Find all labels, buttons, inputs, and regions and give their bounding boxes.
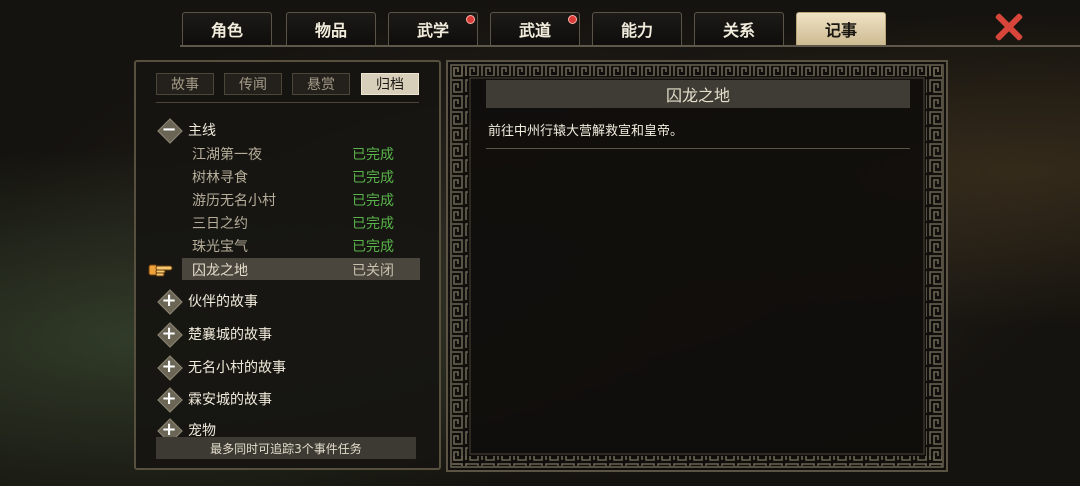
- close-x-icon[interactable]: [990, 8, 1028, 46]
- tab-martial-arts[interactable]: 武学: [388, 12, 478, 45]
- quest-name: 江湖第一夜: [192, 147, 262, 163]
- subtab-divider: [156, 102, 419, 103]
- plus-diamond-icon[interactable]: +: [158, 388, 180, 410]
- subtab-bar: 故事 传闻 悬赏 归档: [156, 73, 421, 97]
- quest-row-selected[interactable]: 囚龙之地 已关闭: [182, 258, 420, 280]
- quest-name: 三日之约: [192, 216, 248, 232]
- tab-label: 关系: [722, 21, 755, 40]
- alert-dot-icon: [568, 15, 577, 24]
- pointing-hand-icon: [148, 264, 173, 277]
- subtab-archive[interactable]: 归档: [361, 73, 419, 95]
- group-village-stories[interactable]: + 无名小村的故事: [158, 355, 286, 379]
- quest-status: 已完成: [352, 170, 394, 186]
- quest-status: 已完成: [352, 193, 394, 209]
- quest-name: 囚龙之地: [192, 263, 248, 279]
- group-chuxiang-stories[interactable]: + 楚襄城的故事: [158, 322, 272, 346]
- quest-row[interactable]: 游历无名小村 已完成: [182, 188, 420, 210]
- subtab-rumors[interactable]: 传闻: [224, 73, 282, 95]
- tab-character[interactable]: 角色: [182, 12, 272, 45]
- subtab-label: 故事: [171, 77, 199, 93]
- group-linan-stories[interactable]: + 霖安城的故事: [158, 387, 272, 411]
- tab-divider: [180, 45, 1080, 47]
- tab-label: 武学: [416, 21, 449, 40]
- quest-list-panel: 故事 传闻 悬赏 归档 − 主线 江湖第一夜 已完成 树林寻食 已完成 游历无名…: [134, 60, 441, 470]
- subtab-bounties[interactable]: 悬赏: [292, 73, 350, 95]
- quest-status: 已完成: [352, 216, 394, 232]
- quest-row[interactable]: 珠光宝气 已完成: [182, 234, 420, 256]
- alert-dot-icon: [466, 15, 475, 24]
- tracking-limit-note: 最多同时可追踪3个事件任务: [156, 437, 416, 459]
- tab-journal[interactable]: 记事: [796, 12, 886, 45]
- quest-status: 已关闭: [352, 263, 394, 279]
- group-label: 霖安城的故事: [188, 392, 272, 408]
- subtab-label: 归档: [376, 77, 404, 93]
- group-companion-stories[interactable]: + 伙伴的故事: [158, 289, 258, 313]
- tab-label: 记事: [824, 21, 857, 40]
- plus-diamond-icon[interactable]: +: [158, 356, 180, 378]
- group-label: 无名小村的故事: [188, 360, 286, 376]
- quest-status: 已完成: [352, 239, 394, 255]
- plus-diamond-icon[interactable]: +: [158, 290, 180, 312]
- subtab-label: 悬赏: [307, 77, 335, 93]
- subtab-label: 传闻: [239, 77, 267, 93]
- tab-abilities[interactable]: 能力: [592, 12, 682, 45]
- detail-divider: [486, 148, 910, 149]
- quest-status: 已完成: [352, 147, 394, 163]
- quest-name: 树林寻食: [192, 170, 248, 186]
- detail-description: 前往中州行辕大营解救宣和皇帝。: [488, 124, 684, 139]
- quest-name: 珠光宝气: [192, 239, 248, 255]
- subtab-stories[interactable]: 故事: [156, 73, 214, 95]
- quest-row[interactable]: 三日之约 已完成: [182, 211, 420, 233]
- tab-relations[interactable]: 关系: [694, 12, 784, 45]
- tab-label: 物品: [314, 21, 347, 40]
- plus-diamond-icon[interactable]: +: [158, 323, 180, 345]
- tab-label: 能力: [620, 21, 653, 40]
- quest-detail-panel: 囚龙之地 前往中州行辕大营解救宣和皇帝。: [446, 60, 948, 472]
- tab-martial-way[interactable]: 武道: [490, 12, 580, 45]
- group-label: 楚襄城的故事: [188, 327, 272, 343]
- minus-diamond-icon[interactable]: −: [158, 119, 180, 141]
- detail-title: 囚龙之地: [486, 80, 910, 108]
- group-label: 主线: [188, 123, 216, 139]
- tab-label: 武道: [518, 21, 551, 40]
- group-label: 伙伴的故事: [188, 294, 258, 310]
- quest-row[interactable]: 树林寻食 已完成: [182, 165, 420, 187]
- group-main-story[interactable]: − 主线: [158, 118, 216, 142]
- quest-name: 游历无名小村: [192, 193, 276, 209]
- tab-label: 角色: [210, 21, 243, 40]
- quest-row[interactable]: 江湖第一夜 已完成: [182, 142, 420, 164]
- tab-items[interactable]: 物品: [286, 12, 376, 45]
